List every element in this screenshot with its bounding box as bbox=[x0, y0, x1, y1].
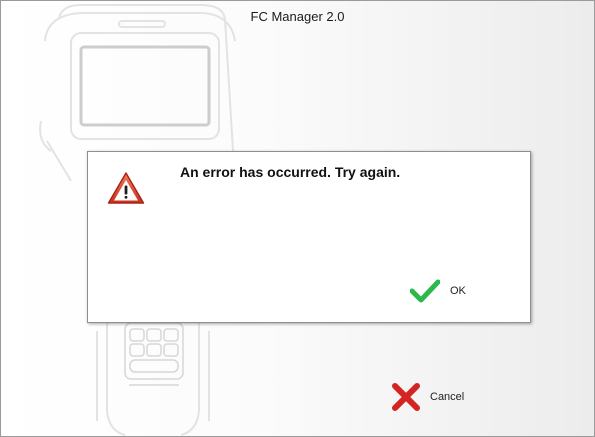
error-dialog: An error has occurred. Try again. OK bbox=[87, 151, 531, 323]
app-window: FC Manager 2.0 An error has occurred. Tr… bbox=[0, 0, 595, 437]
ok-label: OK bbox=[450, 285, 466, 297]
cancel-label: Cancel bbox=[430, 391, 465, 403]
error-message: An error has occurred. Try again. bbox=[180, 164, 401, 180]
cancel-button[interactable]: Cancel bbox=[391, 381, 464, 413]
ok-button[interactable]: OK bbox=[410, 278, 466, 304]
window-title: FC Manager 2.0 bbox=[250, 9, 345, 24]
warning-icon bbox=[107, 172, 145, 204]
checkmark-icon bbox=[410, 279, 440, 303]
close-x-icon bbox=[392, 383, 420, 411]
